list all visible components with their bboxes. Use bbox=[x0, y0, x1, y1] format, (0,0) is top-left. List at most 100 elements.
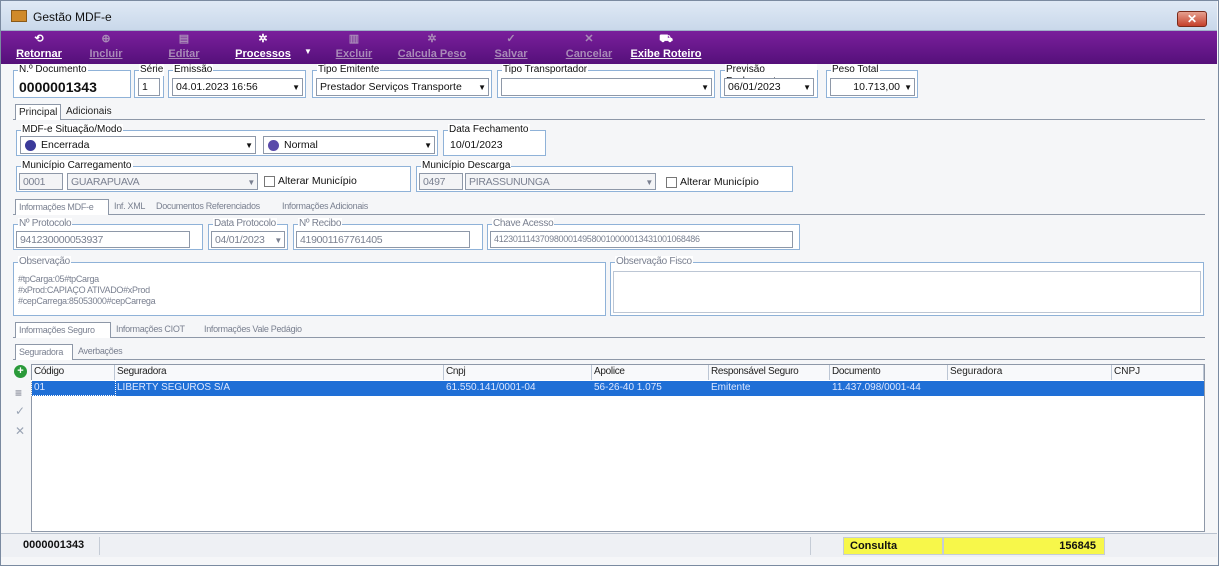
carregamento-select[interactable]: GUARAPUAVA ▼ bbox=[67, 173, 258, 190]
carregamento-label: Município Carregamento bbox=[21, 160, 133, 172]
excluir-button[interactable]: ▥ Excluir bbox=[331, 31, 377, 64]
truck-icon: ⛟ bbox=[659, 33, 673, 45]
status-bar: 0000001343 Consulta 156845 bbox=[1, 533, 1217, 557]
cell-responsavel[interactable]: Emitente bbox=[709, 381, 830, 395]
incluir-button[interactable]: ⊕ Incluir bbox=[83, 31, 129, 64]
previsao-input[interactable]: 06/01/2023 ▼ bbox=[724, 78, 814, 96]
data-protocolo-group: Data Protocolo 04/01/2023 ▼ bbox=[208, 218, 288, 250]
modo-select[interactable]: Normal ▼ bbox=[263, 136, 435, 154]
return-icon: ⟲ bbox=[34, 33, 44, 45]
status-number: 156845 bbox=[943, 537, 1105, 555]
col-cnpj-2[interactable]: CNPJ bbox=[1112, 365, 1204, 380]
add-icon: ⊕ bbox=[101, 33, 111, 45]
chevron-down-icon: ▼ bbox=[274, 236, 282, 245]
chevron-down-icon: ▼ bbox=[424, 141, 432, 150]
descarga-select[interactable]: PIRASSUNUNGA ▼ bbox=[465, 173, 656, 190]
tab-informacoes-adicionais[interactable]: Informações Adicionais bbox=[279, 199, 383, 215]
descarga-code[interactable]: 0497 bbox=[419, 173, 463, 190]
tipo-emitente-label: Tipo Emitente bbox=[317, 64, 381, 76]
grid-header: Código Seguradora Cnpj Apolice Responsáv… bbox=[32, 365, 1204, 380]
cancelar-button[interactable]: ✕ Cancelar bbox=[561, 31, 617, 64]
protocolo-input[interactable]: 941230000053937 bbox=[16, 231, 190, 248]
globe-icon bbox=[268, 140, 279, 151]
cell-codigo[interactable]: 01 bbox=[31, 380, 116, 396]
serie-input[interactable]: 1 bbox=[138, 78, 160, 96]
observacao-line: #tpCarga:05#tpCarga bbox=[18, 274, 99, 284]
col-cnpj[interactable]: Cnpj bbox=[444, 365, 592, 380]
tab-informacoes-ciot[interactable]: Informações CIOT bbox=[113, 322, 199, 338]
carregamento-checkbox[interactable] bbox=[264, 176, 275, 187]
list-icon[interactable]: ≡ bbox=[15, 386, 22, 400]
retornar-button[interactable]: ⟲ Retornar bbox=[13, 31, 65, 64]
processos-button[interactable]: ✲ Processos bbox=[233, 31, 293, 64]
tab-informacoes-mdfe[interactable]: Informações MDF-e bbox=[15, 199, 109, 215]
exibe-roteiro-button[interactable]: ⛟ Exibe Roteiro bbox=[629, 31, 703, 64]
tab-documentos-referenciados[interactable]: Documentos Referenciados bbox=[153, 199, 277, 215]
doc-label: N.º Documento bbox=[18, 64, 88, 76]
emissao-label: Emissão bbox=[173, 64, 214, 76]
chevron-down-icon: ▼ bbox=[247, 178, 255, 187]
situacao-select[interactable]: Encerrada ▼ bbox=[20, 136, 256, 154]
tipo-transportador-select[interactable]: ▼ bbox=[501, 78, 712, 96]
status-doc: 0000001343 bbox=[23, 539, 85, 551]
tab-seguradora[interactable]: Seguradora bbox=[15, 344, 73, 360]
col-documento[interactable]: Documento bbox=[830, 365, 948, 380]
tab-adicionais[interactable]: Adicionais bbox=[63, 104, 113, 120]
tab-inf-xml[interactable]: Inf. XML bbox=[111, 199, 151, 215]
table-row[interactable]: 01 LIBERTY SEGUROS S/A 61.550.141/0001-0… bbox=[31, 380, 1204, 396]
close-icon[interactable]: ✕ bbox=[15, 424, 25, 438]
add-row-icon[interactable]: + bbox=[14, 365, 27, 378]
fechamento-group: Data Fechamento 10/01/2023 bbox=[443, 124, 546, 156]
tab-informacoes-seguro[interactable]: Informações Seguro bbox=[15, 322, 111, 338]
editar-button[interactable]: ▤ Editar bbox=[161, 31, 207, 64]
doc-number: 0000001343 bbox=[19, 79, 97, 95]
modo-value: Normal bbox=[284, 139, 318, 151]
app-icon bbox=[11, 10, 27, 22]
cell-cnpj-2[interactable] bbox=[1112, 381, 1204, 395]
tab-principal[interactable]: Principal bbox=[15, 104, 61, 120]
peso-label: Peso Total bbox=[831, 64, 880, 76]
carregamento-alter-label: Alterar Município bbox=[278, 175, 357, 187]
seguro-tabs: Informações Seguro Informações CIOT Info… bbox=[13, 322, 1205, 338]
col-codigo[interactable]: Código bbox=[32, 365, 115, 380]
close-button[interactable]: ✕ bbox=[1177, 11, 1207, 27]
observacao-text[interactable]: #tpCarga:05#tpCarga #xProd:CAPIAÇO ATIVA… bbox=[18, 274, 156, 307]
emissao-input[interactable]: 04.01.2023 16:56 ▼ bbox=[172, 78, 303, 96]
chave-input[interactable]: 4123011143709800014958001000001343100106… bbox=[490, 231, 793, 248]
tipo-emitente-value: Prestador Serviços Transporte bbox=[320, 81, 462, 93]
chave-group: Chave Acesso 412301114370980001495800100… bbox=[487, 218, 800, 250]
cell-seguradora-2[interactable] bbox=[948, 381, 1112, 395]
recibo-label: Nº Recibo bbox=[298, 218, 343, 230]
recibo-input[interactable]: 419001167761405 bbox=[296, 231, 470, 248]
chevron-down-icon: ▼ bbox=[645, 178, 653, 187]
tipo-emitente-select[interactable]: Prestador Serviços Transporte ▼ bbox=[316, 78, 489, 96]
peso-input[interactable]: 10.713,00 ▼ bbox=[830, 78, 915, 96]
cell-seguradora[interactable]: LIBERTY SEGUROS S/A bbox=[115, 381, 444, 395]
fechamento-value: 10/01/2023 bbox=[450, 139, 503, 151]
col-responsavel[interactable]: Responsável Seguro bbox=[709, 365, 830, 380]
chevron-down-icon: ▼ bbox=[701, 83, 709, 92]
col-seguradora-2[interactable]: Seguradora bbox=[948, 365, 1112, 380]
trash-icon: ▥ bbox=[348, 33, 360, 45]
col-seguradora[interactable]: Seguradora bbox=[115, 365, 444, 380]
descarga-checkbox[interactable] bbox=[666, 177, 677, 188]
tab-averbacoes[interactable]: Averbações bbox=[75, 344, 135, 360]
cell-cnpj[interactable]: 61.550.141/0001-04 bbox=[444, 381, 592, 395]
check-icon[interactable]: ✓ bbox=[15, 404, 25, 418]
observacao-fisco-input[interactable] bbox=[613, 271, 1201, 313]
protocolo-group: Nº Protocolo 941230000053937 bbox=[13, 218, 203, 250]
cancel-icon: ✕ bbox=[584, 33, 594, 45]
situacao-group: MDF-e Situação/Modo Encerrada ▼ Normal ▼ bbox=[16, 124, 438, 156]
tab-informacoes-vale-pedagio[interactable]: Informações Vale Pedágio bbox=[201, 322, 321, 338]
data-protocolo-input[interactable]: 04/01/2023 ▼ bbox=[211, 231, 285, 248]
cell-documento[interactable]: 11.437.098/0001-44 bbox=[830, 381, 948, 395]
info-tabs: Informações MDF-e Inf. XML Documentos Re… bbox=[13, 199, 1205, 215]
carregamento-code[interactable]: 0001 bbox=[19, 173, 63, 190]
calcula-peso-button[interactable]: ✲ Calcula Peso bbox=[397, 31, 467, 64]
chevron-down-icon: ▼ bbox=[292, 83, 300, 92]
col-apolice[interactable]: Apolice bbox=[592, 365, 709, 380]
tipo-emitente-group: Tipo Emitente Prestador Serviços Transpo… bbox=[312, 64, 492, 98]
salvar-button[interactable]: ✓ Salvar bbox=[489, 31, 533, 64]
cell-apolice[interactable]: 56-26-40 1.075 bbox=[592, 381, 709, 395]
descarga-label: Município Descarga bbox=[421, 160, 512, 172]
